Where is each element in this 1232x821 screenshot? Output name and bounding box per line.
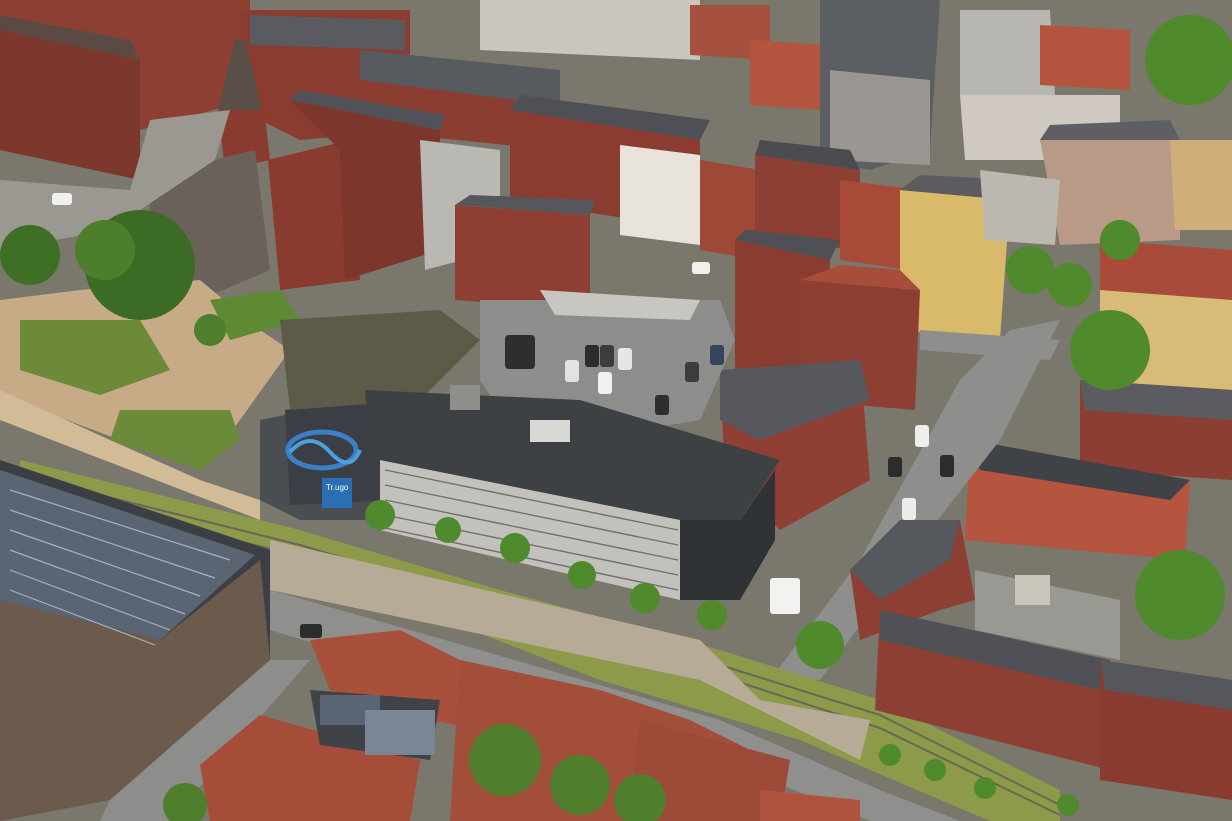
aerial-city-photo: Tr.ugo bbox=[0, 0, 1232, 821]
facade-sign-text: Tr.ugo bbox=[326, 483, 349, 492]
